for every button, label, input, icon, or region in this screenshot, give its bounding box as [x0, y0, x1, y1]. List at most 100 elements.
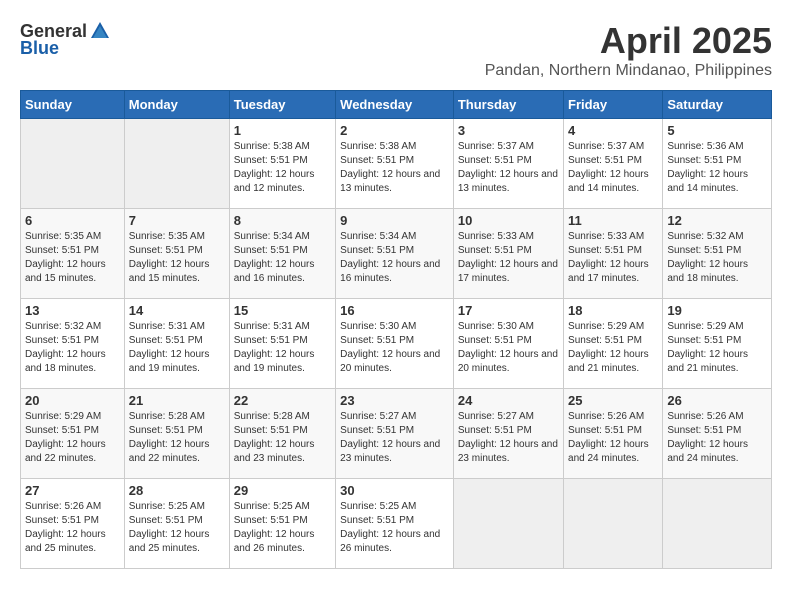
calendar-cell: 28 Sunrise: 5:25 AMSunset: 5:51 PMDayligh…: [124, 479, 229, 569]
day-info: Sunrise: 5:29 AMSunset: 5:51 PMDaylight:…: [568, 320, 658, 376]
calendar-cell: 8 Sunrise: 5:34 AMSunset: 5:51 PMDaylight…: [229, 209, 335, 299]
title-area: April 2025 Pandan, Northern Mindanao, Ph…: [485, 20, 772, 80]
calendar-cell: 5Sunrise: 5:36 AMSunset: 5:51 PMDaylight…: [663, 119, 772, 209]
calendar-cell: 6Sunrise: 5:35 AMSunset: 5:51 PMDaylight…: [21, 209, 125, 299]
calendar-cell: 3 Sunrise: 5:37 AMSunset: 5:51 PMDaylight…: [453, 119, 563, 209]
calendar-cell: 20 Sunrise: 5:29 AMSunset: 5:51 PMDayligh…: [21, 389, 125, 479]
day-info: Sunrise: 5:33 AMSunset: 5:51 PMDaylight:…: [458, 230, 559, 286]
col-header-wednesday: Wednesday: [336, 91, 454, 119]
day-info: Sunrise: 5:29 AMSunset: 5:51 PMDaylight:…: [667, 320, 767, 376]
col-header-saturday: Saturday: [663, 91, 772, 119]
day-info: Sunrise: 5:30 AMSunset: 5:51 PMDaylight:…: [340, 320, 449, 376]
col-header-sunday: Sunday: [21, 91, 125, 119]
day-info: Sunrise: 5:32 AMSunset: 5:51 PMDaylight:…: [25, 320, 120, 376]
col-header-friday: Friday: [564, 91, 663, 119]
day-info: Sunrise: 5:31 AMSunset: 5:51 PMDaylight:…: [234, 320, 331, 376]
day-number: 25: [568, 393, 658, 408]
calendar-week-3: 13Sunrise: 5:32 AMSunset: 5:51 PMDayligh…: [21, 299, 772, 389]
day-info: Sunrise: 5:25 AMSunset: 5:51 PMDaylight:…: [129, 500, 225, 556]
day-info: Sunrise: 5:35 AMSunset: 5:51 PMDaylight:…: [129, 230, 225, 286]
day-number: 19: [667, 303, 767, 318]
day-number: 3: [458, 123, 559, 138]
day-number: 12: [667, 213, 767, 228]
day-info: Sunrise: 5:38 AMSunset: 5:51 PMDaylight:…: [340, 140, 449, 196]
calendar-cell: 19 Sunrise: 5:29 AMSunset: 5:51 PMDayligh…: [663, 299, 772, 389]
header: General Blue April 2025 Pandan, Northern…: [20, 20, 772, 80]
calendar-table: SundayMondayTuesdayWednesdayThursdayFrid…: [20, 90, 772, 569]
calendar-cell: 30Sunrise: 5:25 AMSunset: 5:51 PMDayligh…: [336, 479, 454, 569]
day-info: Sunrise: 5:34 AMSunset: 5:51 PMDaylight:…: [234, 230, 331, 286]
day-number: 28: [129, 483, 225, 498]
calendar-cell: 17Sunrise: 5:30 AMSunset: 5:51 PMDayligh…: [453, 299, 563, 389]
day-number: 27: [25, 483, 120, 498]
calendar-cell: 22Sunrise: 5:28 AMSunset: 5:51 PMDayligh…: [229, 389, 335, 479]
day-info: Sunrise: 5:26 AMSunset: 5:51 PMDaylight:…: [667, 410, 767, 466]
calendar-cell: [453, 479, 563, 569]
day-info: Sunrise: 5:34 AMSunset: 5:51 PMDaylight:…: [340, 230, 449, 286]
day-number: 10: [458, 213, 559, 228]
calendar-cell: 18 Sunrise: 5:29 AMSunset: 5:51 PMDayligh…: [564, 299, 663, 389]
day-number: 24: [458, 393, 559, 408]
day-info: Sunrise: 5:37 AMSunset: 5:51 PMDaylight:…: [568, 140, 658, 196]
day-number: 23: [340, 393, 449, 408]
day-info: Sunrise: 5:30 AMSunset: 5:51 PMDaylight:…: [458, 320, 559, 376]
logo-icon: [89, 20, 111, 42]
day-number: 26: [667, 393, 767, 408]
day-info: Sunrise: 5:33 AMSunset: 5:51 PMDaylight:…: [568, 230, 658, 286]
location: Pandan, Northern Mindanao, Philippines: [485, 62, 772, 80]
calendar-header: SundayMondayTuesdayWednesdayThursdayFrid…: [21, 91, 772, 119]
month-year: April 2025: [485, 20, 772, 62]
calendar-week-1: 1 Sunrise: 5:38 AMSunset: 5:51 PMDaylight…: [21, 119, 772, 209]
calendar-cell: 12 Sunrise: 5:32 AMSunset: 5:51 PMDayligh…: [663, 209, 772, 299]
day-info: Sunrise: 5:37 AMSunset: 5:51 PMDaylight:…: [458, 140, 559, 196]
day-info: Sunrise: 5:29 AMSunset: 5:51 PMDaylight:…: [25, 410, 120, 466]
col-header-tuesday: Tuesday: [229, 91, 335, 119]
calendar-cell: 11 Sunrise: 5:33 AMSunset: 5:51 PMDayligh…: [564, 209, 663, 299]
calendar-cell: 9 Sunrise: 5:34 AMSunset: 5:51 PMDaylight…: [336, 209, 454, 299]
calendar-cell: 26 Sunrise: 5:26 AMSunset: 5:51 PMDayligh…: [663, 389, 772, 479]
day-number: 8: [234, 213, 331, 228]
calendar-week-5: 27 Sunrise: 5:26 AMSunset: 5:51 PMDayligh…: [21, 479, 772, 569]
day-number: 29: [234, 483, 331, 498]
calendar-cell: 16 Sunrise: 5:30 AMSunset: 5:51 PMDayligh…: [336, 299, 454, 389]
calendar-cell: 4 Sunrise: 5:37 AMSunset: 5:51 PMDaylight…: [564, 119, 663, 209]
calendar-cell: 7Sunrise: 5:35 AMSunset: 5:51 PMDaylight…: [124, 209, 229, 299]
calendar-cell: 27 Sunrise: 5:26 AMSunset: 5:51 PMDayligh…: [21, 479, 125, 569]
col-header-thursday: Thursday: [453, 91, 563, 119]
calendar-cell: 24 Sunrise: 5:27 AMSunset: 5:51 PMDayligh…: [453, 389, 563, 479]
day-info: Sunrise: 5:27 AMSunset: 5:51 PMDaylight:…: [340, 410, 449, 466]
day-info: Sunrise: 5:36 AMSunset: 5:51 PMDaylight:…: [667, 140, 767, 196]
calendar-cell: [124, 119, 229, 209]
day-number: 15: [234, 303, 331, 318]
calendar-cell: [663, 479, 772, 569]
calendar-cell: 23 Sunrise: 5:27 AMSunset: 5:51 PMDayligh…: [336, 389, 454, 479]
day-number: 20: [25, 393, 120, 408]
day-number: 14: [129, 303, 225, 318]
calendar-cell: 13Sunrise: 5:32 AMSunset: 5:51 PMDayligh…: [21, 299, 125, 389]
calendar-cell: [21, 119, 125, 209]
day-number: 4: [568, 123, 658, 138]
day-number: 18: [568, 303, 658, 318]
day-number: 22: [234, 393, 331, 408]
day-info: Sunrise: 5:28 AMSunset: 5:51 PMDaylight:…: [129, 410, 225, 466]
day-number: 16: [340, 303, 449, 318]
calendar-cell: 2 Sunrise: 5:38 AMSunset: 5:51 PMDaylight…: [336, 119, 454, 209]
calendar-cell: 25 Sunrise: 5:26 AMSunset: 5:51 PMDayligh…: [564, 389, 663, 479]
day-info: Sunrise: 5:32 AMSunset: 5:51 PMDaylight:…: [667, 230, 767, 286]
calendar-cell: 21Sunrise: 5:28 AMSunset: 5:51 PMDayligh…: [124, 389, 229, 479]
calendar-cell: 10 Sunrise: 5:33 AMSunset: 5:51 PMDayligh…: [453, 209, 563, 299]
calendar-cell: [564, 479, 663, 569]
day-info: Sunrise: 5:38 AMSunset: 5:51 PMDaylight:…: [234, 140, 331, 196]
day-number: 9: [340, 213, 449, 228]
logo-blue-text: Blue: [20, 38, 59, 59]
col-header-monday: Monday: [124, 91, 229, 119]
day-info: Sunrise: 5:26 AMSunset: 5:51 PMDaylight:…: [568, 410, 658, 466]
day-info: Sunrise: 5:27 AMSunset: 5:51 PMDaylight:…: [458, 410, 559, 466]
calendar-week-4: 20 Sunrise: 5:29 AMSunset: 5:51 PMDayligh…: [21, 389, 772, 479]
calendar-week-2: 6Sunrise: 5:35 AMSunset: 5:51 PMDaylight…: [21, 209, 772, 299]
day-number: 2: [340, 123, 449, 138]
day-info: Sunrise: 5:26 AMSunset: 5:51 PMDaylight:…: [25, 500, 120, 556]
day-number: 1: [234, 123, 331, 138]
day-number: 11: [568, 213, 658, 228]
day-info: Sunrise: 5:25 AMSunset: 5:51 PMDaylight:…: [234, 500, 331, 556]
